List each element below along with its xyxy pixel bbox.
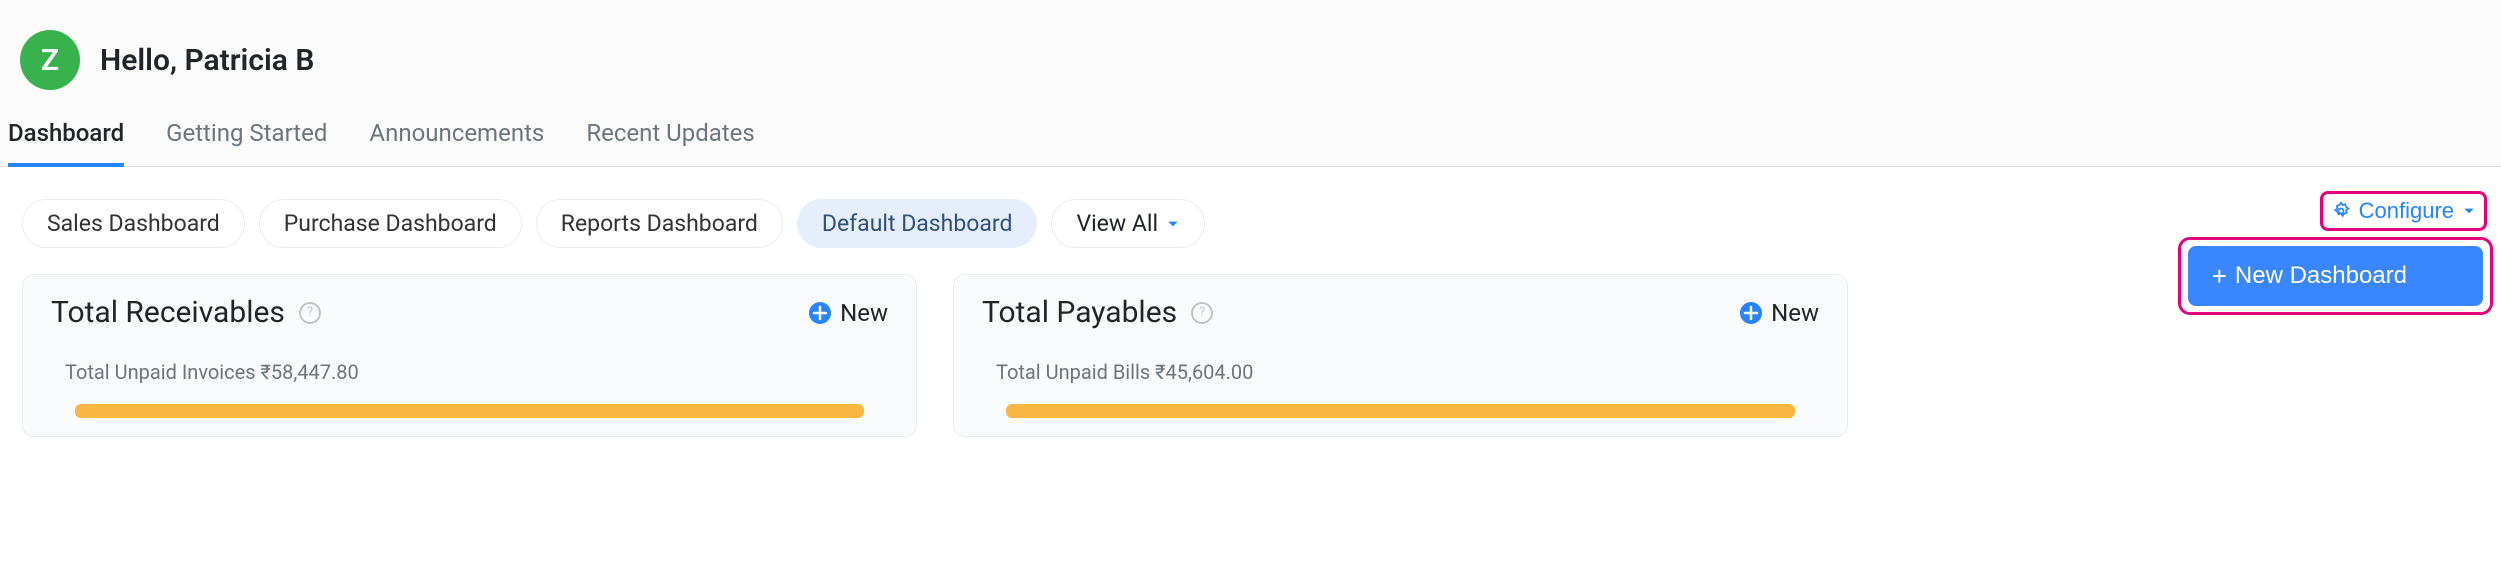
tab-recent-updates[interactable]: Recent Updates	[586, 105, 754, 167]
plus-icon: +	[2212, 263, 2227, 289]
chevron-down-icon	[1166, 217, 1180, 231]
receivables-progress-bar	[75, 404, 864, 418]
payables-subtext: Total Unpaid Bills ₹45,604.00	[954, 356, 1847, 392]
new-receivable-link[interactable]: New	[808, 299, 888, 327]
card-receivables: Total Receivables ? New Total Unpaid Inv…	[22, 274, 917, 437]
chevron-down-icon	[2462, 204, 2476, 218]
view-all-label: View All	[1076, 210, 1158, 237]
card-header: Total Receivables ? New	[23, 275, 916, 356]
new-label: New	[840, 299, 888, 327]
card-header: Total Payables ? New	[954, 275, 1847, 356]
new-dashboard-button[interactable]: + New Dashboard	[2188, 246, 2483, 306]
card-title: Total Receivables	[51, 295, 285, 330]
avatar: Z	[20, 30, 80, 90]
new-dashboard-highlight: + New Dashboard	[2178, 237, 2493, 315]
help-icon[interactable]: ?	[299, 302, 321, 324]
header-inner: Z Hello, Patricia B	[0, 24, 2501, 104]
new-label: New	[1771, 299, 1819, 327]
configure-highlight: Configure	[2320, 191, 2487, 231]
help-icon[interactable]: ?	[1191, 302, 1213, 324]
tab-getting-started[interactable]: Getting Started	[166, 105, 327, 167]
right-controls: Configure + New Dashboard	[2178, 191, 2493, 315]
card-payables: Total Payables ? New Total Unpaid Bills …	[953, 274, 1848, 437]
configure-label: Configure	[2359, 198, 2454, 224]
new-payable-link[interactable]: New	[1739, 299, 1819, 327]
plus-circle-icon	[808, 301, 832, 325]
tab-dashboard[interactable]: Dashboard	[8, 105, 124, 167]
pill-purchase-dashboard[interactable]: Purchase Dashboard	[259, 199, 522, 248]
progress-wrap	[954, 392, 1847, 436]
configure-button[interactable]: Configure	[2329, 196, 2478, 226]
card-title-wrap: Total Payables ?	[982, 295, 1213, 330]
dashboard-header: Z Hello, Patricia B Dashboard Getting St…	[0, 0, 2501, 167]
card-title-wrap: Total Receivables ?	[51, 295, 321, 330]
main-tabs: Dashboard Getting Started Announcements …	[0, 104, 2501, 166]
cards-row: Total Receivables ? New Total Unpaid Inv…	[0, 274, 2501, 437]
pill-default-dashboard[interactable]: Default Dashboard	[797, 199, 1038, 248]
pill-reports-dashboard[interactable]: Reports Dashboard	[536, 199, 783, 248]
pill-view-all[interactable]: View All	[1051, 199, 1205, 248]
payables-progress-bar	[1006, 404, 1795, 418]
dashboard-pills-row: Sales Dashboard Purchase Dashboard Repor…	[0, 167, 2501, 274]
plus-circle-icon	[1739, 301, 1763, 325]
card-title: Total Payables	[982, 295, 1177, 330]
gear-icon	[2331, 201, 2351, 221]
receivables-subtext: Total Unpaid Invoices ₹58,447.80	[23, 356, 916, 392]
greeting-text: Hello, Patricia B	[100, 43, 314, 78]
new-dashboard-label: New Dashboard	[2235, 262, 2407, 290]
pill-sales-dashboard[interactable]: Sales Dashboard	[22, 199, 245, 248]
progress-wrap	[23, 392, 916, 436]
tab-announcements[interactable]: Announcements	[369, 105, 544, 167]
